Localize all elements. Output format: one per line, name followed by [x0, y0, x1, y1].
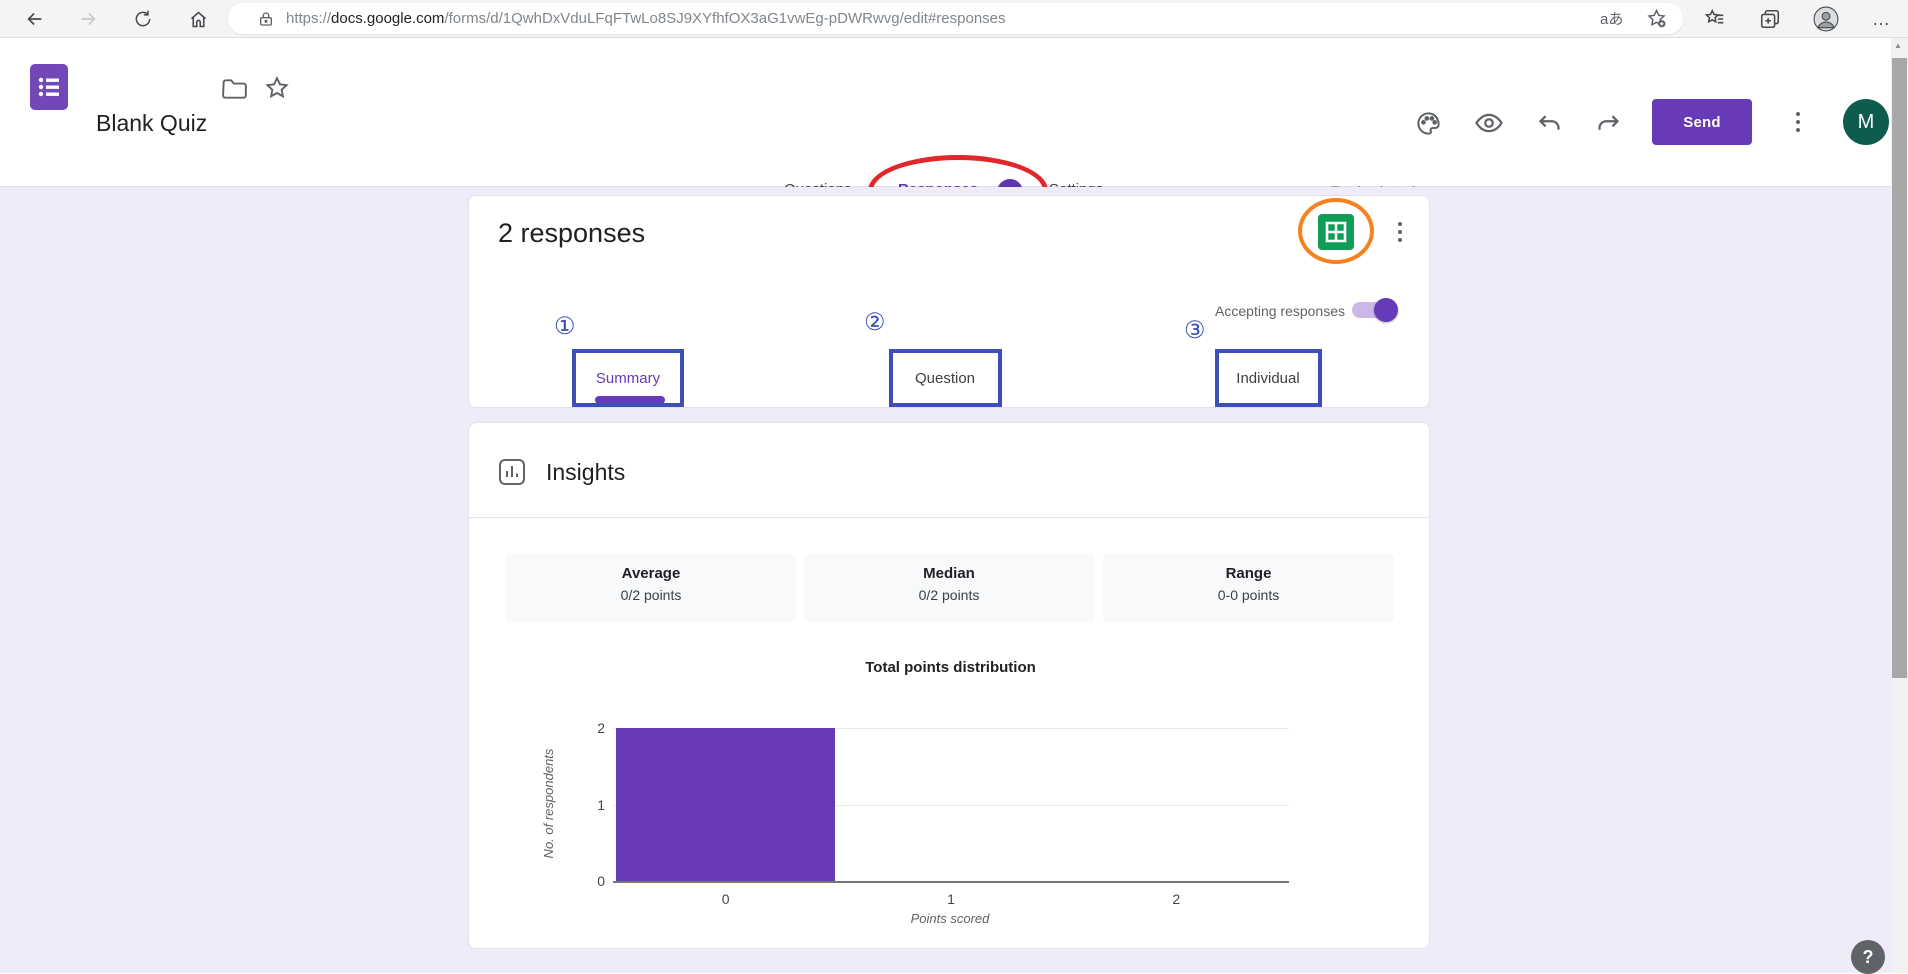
account-avatar[interactable]: M — [1843, 99, 1889, 145]
stat-value: 0-0 points — [1103, 587, 1394, 603]
create-spreadsheet-icon[interactable] — [1318, 214, 1354, 255]
card-more-options-icon[interactable] — [1398, 216, 1402, 248]
scrollbar[interactable]: ▲ — [1891, 38, 1908, 973]
chart-x-axis-label: Points scored — [870, 911, 1030, 926]
responses-count-title: 2 responses — [498, 218, 645, 249]
send-button[interactable]: Send — [1652, 99, 1752, 145]
chart-x-tick-label: 2 — [1156, 891, 1196, 907]
chart-x-tick-label: 1 — [931, 891, 971, 907]
stat-average: Average 0/2 points — [506, 554, 796, 622]
insights-card: Insights Average 0/2 points Median 0/2 p… — [468, 422, 1430, 949]
chart-title: Total points distribution — [818, 659, 1083, 676]
stat-label: Average — [506, 565, 796, 582]
undo-icon[interactable] — [1534, 108, 1564, 138]
refresh-icon[interactable] — [130, 6, 156, 32]
redo-icon[interactable] — [1593, 108, 1623, 138]
insights-chart-icon — [498, 458, 526, 491]
browser-menu-icon[interactable]: … — [1868, 6, 1894, 32]
theme-palette-icon[interactable] — [1413, 108, 1443, 138]
form-title[interactable]: Blank Quiz — [96, 110, 207, 137]
more-options-icon[interactable] — [1783, 102, 1813, 142]
chart-x-tick-label: 0 — [706, 891, 746, 907]
chart-y-axis-label: No. of respondents — [541, 721, 556, 886]
stat-range: Range 0-0 points — [1103, 554, 1394, 622]
star-icon[interactable] — [264, 75, 290, 106]
preview-eye-icon[interactable] — [1474, 108, 1504, 138]
collections-icon[interactable] — [1757, 6, 1783, 32]
chart-bar — [616, 728, 835, 881]
add-favorite-icon[interactable] — [1646, 8, 1667, 34]
summary-active-indicator — [595, 396, 665, 404]
divider — [469, 517, 1429, 518]
address-bar[interactable]: https://docs.google.com/forms/d/1QwhDxVd… — [228, 3, 1683, 34]
lock-icon[interactable] — [258, 10, 274, 28]
forms-header: Blank Quiz Send M Questions Responses 2 … — [0, 38, 1908, 187]
scrollbar-up-arrow[interactable]: ▲ — [1894, 41, 1902, 50]
favorites-bar-icon[interactable] — [1702, 6, 1728, 32]
stat-value: 0/2 points — [506, 587, 796, 603]
browser-profile-avatar[interactable] — [1813, 6, 1839, 32]
help-button[interactable]: ? — [1851, 940, 1885, 974]
accepting-responses-label: Accepting responses — [1095, 303, 1345, 319]
stat-median: Median 0/2 points — [804, 554, 1094, 622]
view-tab-individual[interactable]: Individual — [1218, 370, 1318, 387]
chart-y-tick-label: 0 — [575, 873, 605, 889]
accepting-responses-toggle-knob[interactable] — [1374, 298, 1398, 322]
scrollbar-thumb[interactable] — [1892, 58, 1907, 678]
stat-label: Range — [1103, 565, 1394, 582]
translate-icon[interactable]: aあ — [1600, 8, 1623, 29]
move-folder-icon[interactable] — [222, 78, 248, 105]
forward-icon — [75, 6, 101, 32]
home-icon[interactable] — [185, 6, 211, 32]
chart-x-axis — [613, 881, 1289, 883]
browser-toolbar: https://docs.google.com/forms/d/1QwhDxVd… — [0, 0, 1908, 38]
stat-value: 0/2 points — [804, 587, 1094, 603]
url-text: https://docs.google.com/forms/d/1QwhDxVd… — [286, 10, 1006, 27]
chart-y-tick-label: 2 — [575, 720, 605, 736]
forms-logo-icon[interactable] — [30, 64, 68, 115]
back-icon[interactable] — [22, 6, 48, 32]
insights-title: Insights — [546, 459, 625, 486]
chart-y-tick-label: 1 — [575, 797, 605, 813]
stat-label: Median — [804, 565, 1094, 582]
view-tab-summary[interactable]: Summary — [578, 370, 678, 387]
view-tab-question[interactable]: Question — [895, 370, 995, 387]
